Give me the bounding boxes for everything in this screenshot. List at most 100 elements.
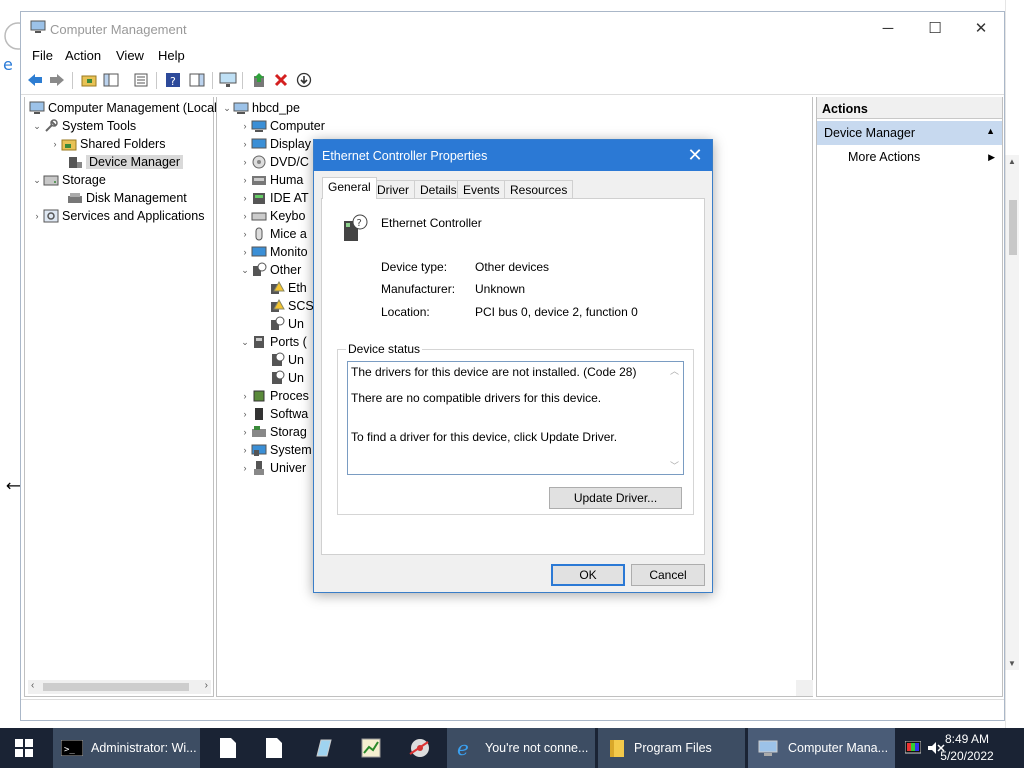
tab-general[interactable]: General — [322, 177, 377, 199]
menu-view[interactable]: View — [116, 48, 144, 63]
tab-details[interactable]: Details — [414, 180, 463, 199]
actions-section-device-manager[interactable]: Device Manager ▲ — [817, 121, 1002, 145]
tree-item-computer-management[interactable]: Computer Management (Local — [29, 99, 217, 117]
device-category-item[interactable]: › Display — [239, 135, 312, 153]
dialog-close-button[interactable]: ✕ — [678, 140, 712, 171]
status-scrollbar[interactable]: ︿ ﹀ — [667, 362, 683, 474]
show-action-pane-icon[interactable] — [187, 70, 207, 90]
scroll-up-icon[interactable]: ▲ — [1008, 157, 1016, 166]
chevron-right-icon[interactable]: › — [49, 139, 61, 149]
menu-help[interactable]: Help — [158, 48, 185, 63]
menu-file[interactable]: File — [32, 48, 53, 63]
taskbar-cmd[interactable]: >_ Administrator: Wi... — [53, 728, 200, 768]
close-button[interactable]: ✕ — [958, 12, 1004, 44]
more-actions-item[interactable]: More Actions — [848, 150, 920, 164]
menu-action[interactable]: Action — [65, 48, 101, 63]
scrollbar-thumb[interactable] — [43, 683, 189, 691]
taskbar-app-5[interactable] — [405, 728, 435, 768]
chevron-right-icon[interactable]: › — [31, 211, 43, 221]
device-status-textbox[interactable]: The drivers for this device are not inst… — [347, 361, 684, 475]
taskbar-computer-management[interactable]: Computer Mana... — [748, 728, 895, 768]
chevron-right-icon[interactable]: › — [239, 445, 251, 455]
tray-display-icon[interactable] — [903, 728, 923, 768]
device-category-item[interactable]: Un — [257, 351, 304, 369]
scroll-down-icon[interactable]: ▼ — [1008, 659, 1016, 668]
cancel-button[interactable]: Cancel — [631, 564, 705, 586]
taskbar-internet-explorer[interactable]: e You're not conne... — [447, 728, 595, 768]
chevron-right-icon[interactable]: › — [239, 157, 251, 167]
ok-button[interactable]: OK — [551, 564, 625, 586]
tree-item-shared-folders[interactable]: › Shared Folders — [49, 135, 166, 153]
collapse-up-icon[interactable]: ▲ — [986, 126, 995, 136]
device-category-item[interactable]: › DVD/C — [239, 153, 309, 171]
title-bar[interactable]: Computer Management ─ ☐ ✕ — [21, 12, 1004, 45]
tree-item-system-tools[interactable]: ⌄ System Tools — [31, 117, 136, 135]
taskbar-clock[interactable]: 8:49 AM 5/20/2022 — [932, 731, 1002, 765]
taskbar-document[interactable] — [259, 728, 289, 768]
device-category-item[interactable]: › Storag — [239, 423, 307, 441]
device-category-item[interactable]: › System — [239, 441, 312, 459]
back-icon[interactable] — [25, 70, 45, 90]
chevron-right-icon[interactable]: › — [239, 463, 251, 473]
chevron-down-icon[interactable]: ⌄ — [31, 175, 43, 186]
dialog-title-bar[interactable]: Ethernet Controller Properties ✕ — [314, 140, 712, 171]
chevron-right-icon[interactable]: › — [239, 121, 251, 131]
device-category-item[interactable]: › Mice a — [239, 225, 307, 243]
minimize-button[interactable]: ─ — [865, 12, 911, 44]
device-category-item[interactable]: Eth — [257, 279, 307, 297]
taskbar-app-4[interactable] — [356, 728, 386, 768]
show-hide-tree-icon[interactable] — [101, 70, 121, 90]
maximize-button[interactable]: ☐ — [912, 12, 958, 44]
device-category-item[interactable]: ⌄ Ports ( — [239, 333, 307, 351]
device-category-item[interactable]: › Computer — [239, 117, 325, 135]
chevron-right-icon[interactable]: › — [239, 247, 251, 257]
tree-item-device-manager[interactable]: Device Manager — [61, 153, 184, 171]
background-scrollbar[interactable]: ▲ ▼ — [1005, 155, 1019, 670]
uninstall-icon[interactable] — [271, 70, 291, 90]
update-driver-button[interactable]: Update Driver... — [549, 487, 682, 509]
start-button[interactable] — [0, 728, 48, 768]
chevron-down-icon[interactable]: ⌄ — [221, 103, 233, 114]
scan-hardware-icon[interactable] — [218, 70, 238, 90]
taskbar-app-3[interactable] — [308, 728, 338, 768]
tab-resources[interactable]: Resources — [504, 180, 574, 199]
device-category-item[interactable]: › Proces — [239, 387, 309, 405]
chevron-right-icon[interactable]: › — [239, 391, 251, 401]
chevron-right-icon[interactable]: › — [239, 175, 251, 185]
scroll-right-icon[interactable]: › — [205, 680, 208, 691]
taskbar-notepad[interactable] — [213, 728, 243, 768]
chevron-right-icon[interactable]: › — [239, 409, 251, 419]
help-icon[interactable]: ? — [163, 70, 183, 90]
tree-item-disk-management[interactable]: Disk Management — [61, 189, 187, 207]
update-driver-icon[interactable] — [249, 70, 269, 90]
chevron-right-icon[interactable]: › — [239, 211, 251, 221]
chevron-down-icon[interactable]: ⌄ — [239, 265, 251, 276]
up-folder-icon[interactable] — [79, 70, 99, 90]
chevron-down-icon[interactable]: ⌄ — [31, 121, 43, 132]
scroll-left-icon[interactable]: ‹ — [31, 680, 34, 691]
scrollbar-thumb[interactable] — [1009, 200, 1017, 255]
properties-icon[interactable] — [131, 70, 151, 90]
taskbar-program-files[interactable]: Program Files — [598, 728, 745, 768]
disable-icon[interactable] — [294, 70, 314, 90]
tree-item-services-and-applications[interactable]: › Services and Applications — [31, 207, 205, 225]
horizontal-scrollbar[interactable]: ‹ › — [28, 680, 211, 694]
device-category-item[interactable]: SCS — [257, 297, 314, 315]
device-category-item[interactable]: › IDE AT — [239, 189, 309, 207]
device-category-item[interactable]: Un — [257, 369, 304, 387]
scroll-down-icon[interactable]: ﹀ — [670, 459, 679, 472]
device-tree-root[interactable]: ⌄ hbcd_pe — [221, 99, 300, 117]
device-category-item[interactable]: › Keybo — [239, 207, 306, 225]
chevron-right-icon[interactable]: › — [239, 193, 251, 203]
scroll-up-icon[interactable]: ︿ — [670, 364, 679, 377]
device-category-item[interactable]: ⌄ Other — [239, 261, 301, 279]
device-category-item[interactable]: › Univer — [239, 459, 306, 477]
device-category-item[interactable]: › Huma — [239, 171, 304, 189]
chevron-down-icon[interactable]: ⌄ — [239, 337, 251, 348]
device-category-item[interactable]: › Monito — [239, 243, 308, 261]
tab-driver[interactable]: Driver — [371, 180, 415, 199]
chevron-right-icon[interactable]: › — [239, 427, 251, 437]
tab-events[interactable]: Events — [457, 180, 506, 199]
chevron-right-icon[interactable]: › — [239, 139, 251, 149]
forward-icon[interactable] — [47, 70, 67, 90]
